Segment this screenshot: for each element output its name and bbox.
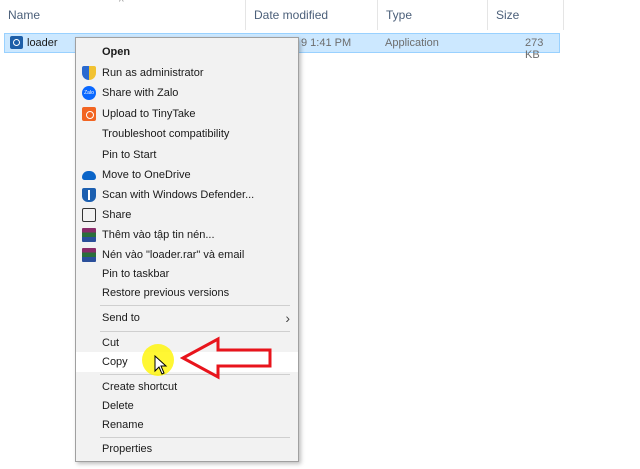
column-size-label: Size xyxy=(496,8,520,22)
menu-pin-taskbar[interactable]: Pin to taskbar xyxy=(76,264,298,284)
menu-rename-label: Rename xyxy=(102,419,144,431)
share-icon xyxy=(82,208,96,222)
menu-properties[interactable]: Properties xyxy=(76,439,298,459)
menu-separator xyxy=(100,305,290,306)
onedrive-cloud-icon xyxy=(82,171,96,180)
defender-shield-icon xyxy=(82,188,96,202)
menu-cut-label: Cut xyxy=(102,337,120,349)
menu-troubleshoot-label: Troubleshoot compatibility xyxy=(102,128,230,140)
menu-rename[interactable]: Rename xyxy=(76,415,298,435)
file-date: 9 1:41 PM xyxy=(301,37,352,49)
menu-delete[interactable]: Delete xyxy=(76,396,298,416)
column-date-label: Date modified xyxy=(254,8,329,22)
menu-copy-label: Copy xyxy=(102,356,128,368)
column-name-label: Name xyxy=(8,8,41,22)
menu-delete-label: Delete xyxy=(102,400,134,412)
menu-open[interactable]: Open xyxy=(76,42,298,62)
menu-troubleshoot[interactable]: Troubleshoot compatibility xyxy=(76,124,298,144)
menu-restore-versions[interactable]: Restore previous versions xyxy=(76,283,298,303)
winrar-icon xyxy=(82,228,96,242)
menu-compress-email-label: Nén vào "loader.rar" và email xyxy=(102,249,245,261)
menu-send-to[interactable]: Send to › xyxy=(76,308,298,328)
menu-restore-versions-label: Restore previous versions xyxy=(102,287,230,299)
menu-share-zalo-label: Share with Zalo xyxy=(102,87,179,99)
menu-run-as-admin-label: Run as administrator xyxy=(102,67,204,79)
menu-scan-defender[interactable]: Scan with Windows Defender... xyxy=(76,185,298,205)
menu-pin-start-label: Pin to Start xyxy=(102,149,157,161)
chevron-right-icon: › xyxy=(285,310,290,326)
menu-add-archive[interactable]: Thêm vào tập tin nén... xyxy=(76,225,298,245)
winrar-icon xyxy=(82,248,96,262)
menu-move-onedrive[interactable]: Move to OneDrive xyxy=(76,165,298,185)
menu-share-label: Share xyxy=(102,209,132,221)
column-type[interactable]: Type xyxy=(378,0,488,30)
menu-compress-email[interactable]: Nén vào "loader.rar" và email xyxy=(76,245,298,265)
context-menu: Open Run as administrator Zalo Share with… xyxy=(75,37,299,462)
column-header: Name ^ Date modified Type Size xyxy=(0,0,640,30)
zalo-icon: Zalo xyxy=(82,86,96,100)
uac-shield-icon xyxy=(82,66,96,80)
mouse-cursor-icon xyxy=(154,355,168,375)
menu-pin-start[interactable]: Pin to Start xyxy=(76,145,298,165)
tinytake-icon xyxy=(82,107,96,121)
column-date-modified[interactable]: Date modified xyxy=(246,0,378,30)
menu-share[interactable]: Share xyxy=(76,205,298,225)
menu-scan-defender-label: Scan with Windows Defender... xyxy=(102,189,255,201)
menu-open-label: Open xyxy=(102,46,131,58)
menu-send-to-label: Send to xyxy=(102,312,140,324)
menu-separator xyxy=(100,331,290,332)
menu-upload-tinytake[interactable]: Upload to TinyTake xyxy=(76,104,298,124)
menu-move-onedrive-label: Move to OneDrive xyxy=(102,169,191,181)
column-size[interactable]: Size xyxy=(488,0,564,30)
app-icon xyxy=(10,36,23,49)
menu-create-shortcut-label: Create shortcut xyxy=(102,381,178,393)
menu-run-as-admin[interactable]: Run as administrator xyxy=(76,63,298,83)
annotation-arrow-icon xyxy=(180,336,272,380)
menu-pin-taskbar-label: Pin to taskbar xyxy=(102,268,170,280)
sort-up-icon: ^ xyxy=(119,0,124,8)
menu-add-archive-label: Thêm vào tập tin nén... xyxy=(102,229,215,241)
file-type: Application xyxy=(385,37,439,49)
menu-properties-label: Properties xyxy=(102,443,153,455)
file-size: 273 KB xyxy=(525,37,544,61)
menu-share-zalo[interactable]: Zalo Share with Zalo xyxy=(76,83,298,103)
menu-upload-tinytake-label: Upload to TinyTake xyxy=(102,108,196,120)
menu-separator xyxy=(100,437,290,438)
menu-create-shortcut[interactable]: Create shortcut xyxy=(76,377,298,397)
file-name: loader xyxy=(27,37,58,49)
column-type-label: Type xyxy=(386,8,413,22)
